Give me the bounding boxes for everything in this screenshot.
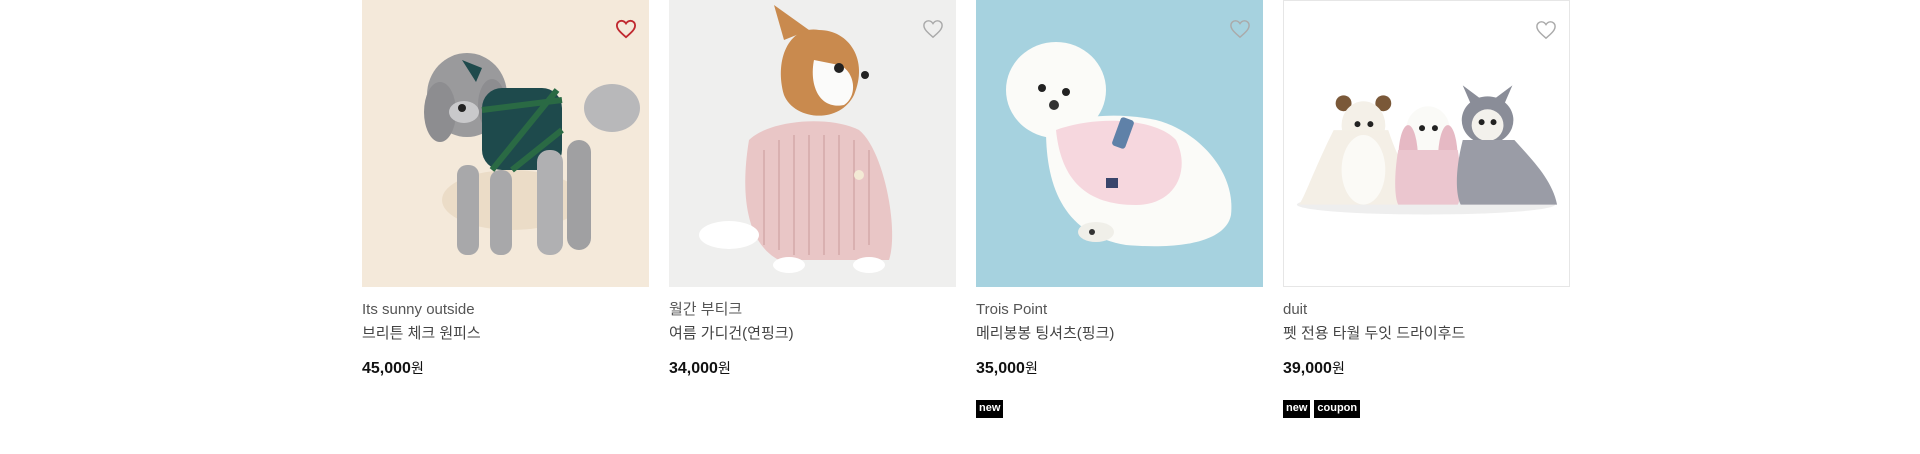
price-value: 35,000 [976,360,1025,377]
badge-row [362,400,649,418]
heart-outline-icon [1536,21,1556,40]
wishlist-button[interactable] [1531,15,1561,45]
price-currency: 원 [717,360,731,376]
product-grid: Its sunny outside 브리튼 체크 원피스 45,000원 월간 … [362,0,1570,418]
heart-outline-icon [923,20,943,39]
price-currency: 원 [1331,360,1345,376]
product-photo-bichon [976,0,1263,287]
badge-row [669,400,956,418]
product-price: 39,000원 [1283,359,1570,378]
product-price: 34,000원 [669,359,956,378]
product-photo-chihuahua [669,0,956,287]
product-name[interactable]: 펫 전용 타월 두잇 드라이후드 [1283,325,1570,343]
new-badge: new [976,400,1004,418]
product-price: 45,000원 [362,359,649,378]
price-currency: 원 [1024,360,1038,376]
product-image[interactable] [362,0,649,287]
wishlist-button[interactable] [1225,14,1255,44]
price-value: 34,000 [669,360,718,377]
product-name[interactable]: 브리튼 체크 원피스 [362,325,649,343]
wishlist-button[interactable] [918,14,948,44]
product-card[interactable]: Trois Point 메리봉봉 팅셔츠(핑크) 35,000원 new [976,0,1263,418]
product-photo-three-dogs [1284,1,1569,286]
product-name[interactable]: 여름 가디건(연핑크) [669,325,956,343]
product-card[interactable]: Its sunny outside 브리튼 체크 원피스 45,000원 [362,0,649,418]
product-image[interactable] [976,0,1263,287]
product-card[interactable]: duit 펫 전용 타월 두잇 드라이후드 39,000원 new coupon [1283,0,1570,418]
product-price: 35,000원 [976,359,1263,378]
product-image[interactable] [1283,0,1570,287]
wishlist-button[interactable] [611,14,641,44]
badge-row: new coupon [1283,400,1570,418]
price-value: 45,000 [362,360,411,377]
product-photo-poodle [362,0,649,287]
product-brand[interactable]: Trois Point [976,301,1263,319]
price-value: 39,000 [1283,360,1332,377]
product-image[interactable] [669,0,956,287]
product-brand[interactable]: Its sunny outside [362,301,649,319]
product-name[interactable]: 메리봉봉 팅셔츠(핑크) [976,325,1263,343]
new-badge: new [1283,400,1311,418]
product-brand[interactable]: 월간 부티크 [669,301,956,319]
badge-row: new [976,400,1263,418]
price-currency: 원 [410,360,424,376]
coupon-badge: coupon [1314,400,1361,418]
product-brand[interactable]: duit [1283,301,1570,319]
product-card[interactable]: 월간 부티크 여름 가디건(연핑크) 34,000원 [669,0,956,418]
heart-icon [615,19,637,39]
heart-outline-icon [1230,20,1250,39]
